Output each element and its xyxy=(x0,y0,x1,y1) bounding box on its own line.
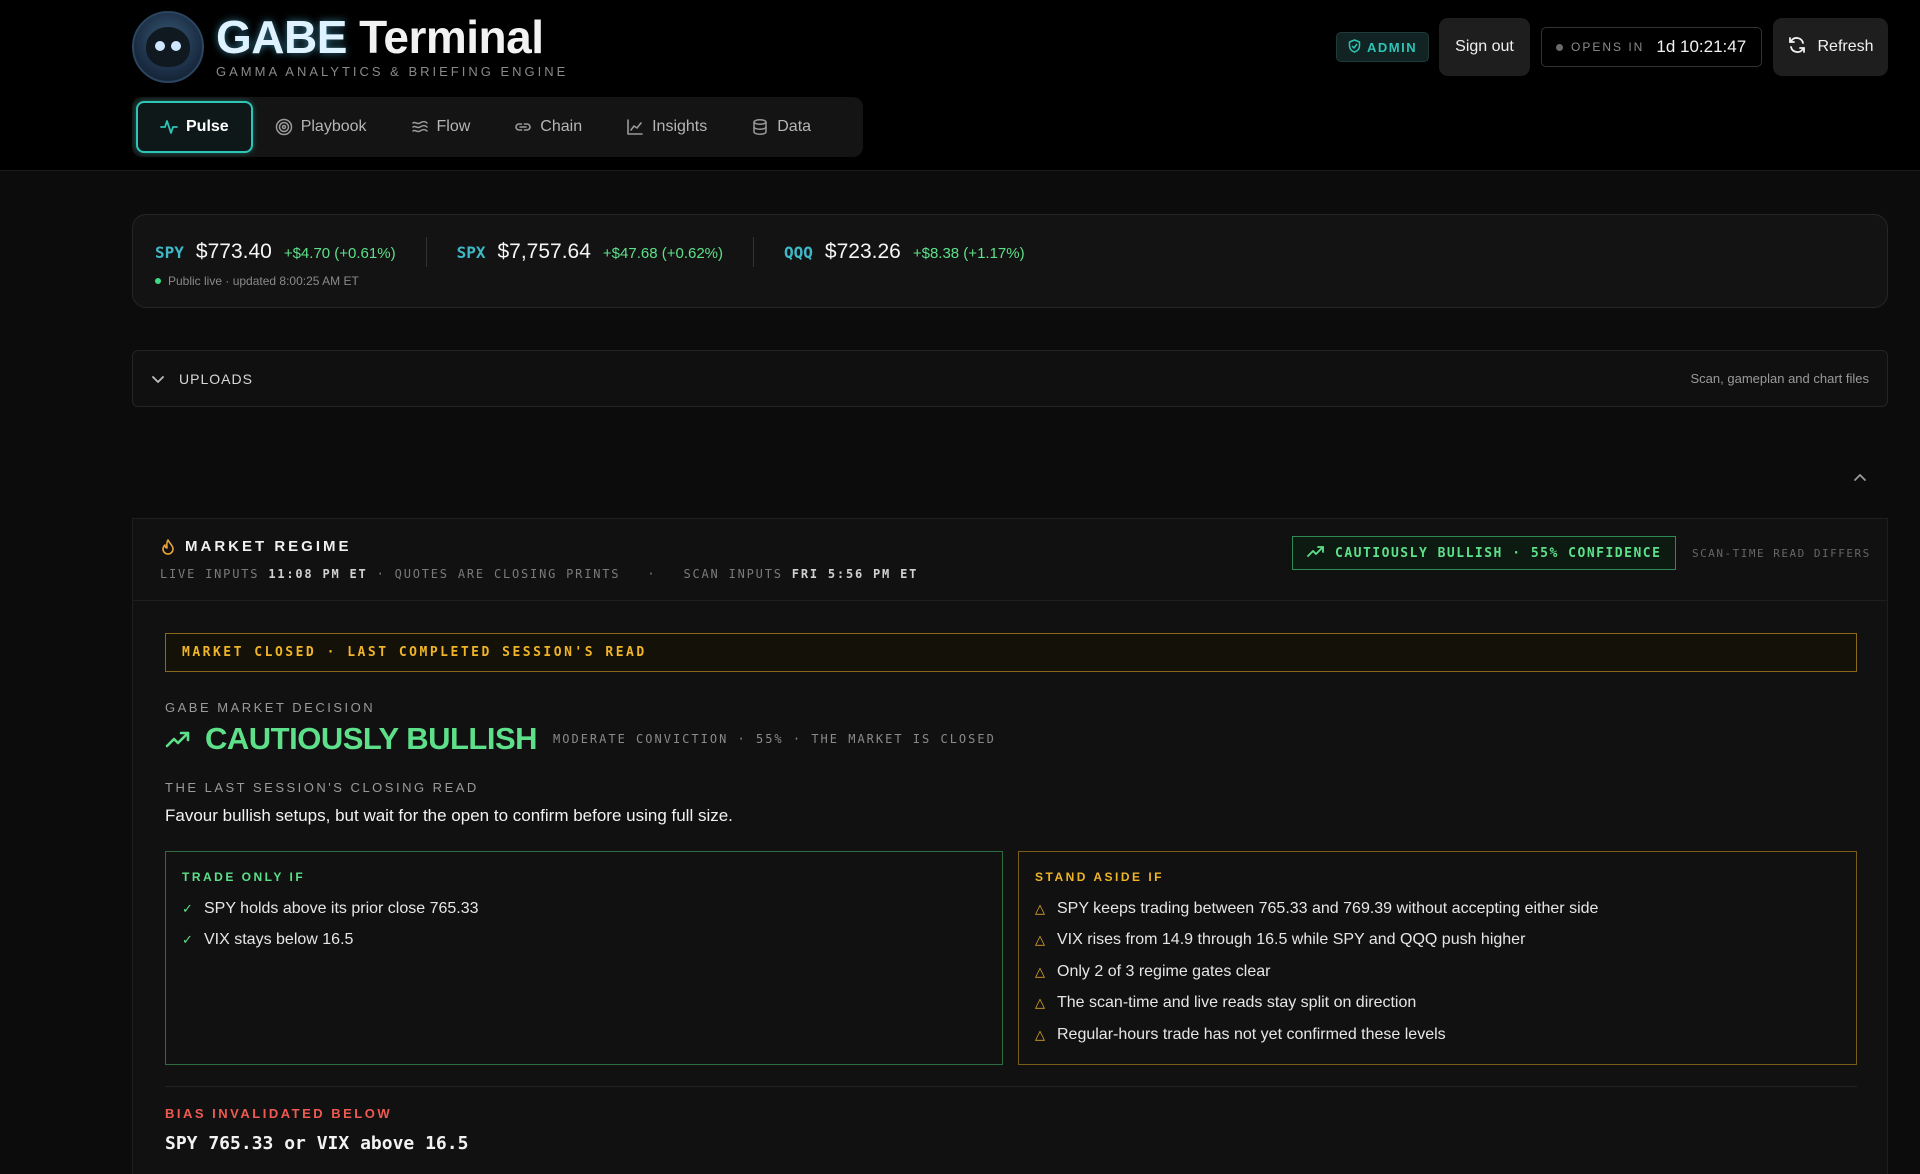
robot-mascot-icon xyxy=(146,27,190,67)
trade-only-if-box: TRADE ONLY IF ✓ SPY holds above its prior… xyxy=(165,851,1003,1065)
stand-aside-if-box: STAND ASIDE IF △ SPY keeps trading betwee… xyxy=(1018,851,1857,1065)
quote-divider xyxy=(753,237,755,267)
list-item: △ SPY keeps trading between 765.33 and 76… xyxy=(1035,899,1599,917)
regime-title: MARKET REGIME xyxy=(161,538,352,555)
section-divider xyxy=(165,1086,1857,1087)
warning-triangle-icon: △ xyxy=(1035,900,1045,916)
market-open-countdown: OPENS IN 1d 10:21:47 xyxy=(1541,27,1762,67)
uploads-title: UPLOADS xyxy=(179,370,253,387)
link-icon xyxy=(514,118,532,136)
tab-label: Playbook xyxy=(300,118,367,135)
stand-aside-conditions-list: △ SPY keeps trading between 765.33 and 76… xyxy=(1035,893,1840,1051)
admin-badge: ADMIN xyxy=(1336,32,1430,62)
uploads-hint: Scan, gameplan and chart files xyxy=(1690,371,1870,386)
quote-symbol: SPY xyxy=(155,243,184,262)
tab-insights[interactable]: Insights xyxy=(604,101,729,153)
waves-icon xyxy=(411,118,429,136)
list-item: ✓ VIX stays below 16.5 xyxy=(182,931,354,949)
decision-row: CAUTIOUSLY BULLISH MODERATE CONVICTION ·… xyxy=(165,721,996,757)
quote-strip: SPY $773.40 +$4.70 (+0.61%) SPX $7,757.6… xyxy=(132,214,1888,308)
tab-playbook[interactable]: Playbook xyxy=(253,101,389,153)
quote-price: $7,757.64 xyxy=(497,240,591,263)
status-dot-icon xyxy=(1556,43,1563,51)
chevron-down-icon xyxy=(151,372,165,386)
sign-out-button[interactable]: Sign out xyxy=(1439,18,1530,76)
tab-flow[interactable]: Flow xyxy=(389,101,493,153)
quote-qqq: QQQ $723.26 +$8.38 (+1.17%) xyxy=(784,240,1025,264)
decision-label: GABE MARKET DECISION xyxy=(165,700,376,715)
main-nav: Pulse Playbook Flow Chain Insights Data xyxy=(132,97,863,157)
quote-divider xyxy=(425,237,427,267)
quote-change: +$4.70 (+0.61%) xyxy=(283,245,396,262)
refresh-icon xyxy=(1787,35,1807,60)
line-chart-icon xyxy=(626,118,644,136)
quote-change: +$8.38 (+1.17%) xyxy=(912,245,1025,262)
countdown-time: 1d 10:21:47 xyxy=(1656,37,1747,56)
quote-price: $773.40 xyxy=(195,240,272,263)
trade-only-if-title: TRADE ONLY IF xyxy=(182,870,306,884)
list-item: ✓ SPY holds above its prior close 765.33 xyxy=(182,899,479,917)
target-icon xyxy=(275,118,293,136)
tab-data[interactable]: Data xyxy=(729,101,833,153)
refresh-button[interactable]: Refresh xyxy=(1773,18,1888,76)
database-icon xyxy=(751,118,769,136)
decision-value: CAUTIOUSLY BULLISH xyxy=(205,721,538,756)
uploads-panel-toggle[interactable]: UPLOADS Scan, gameplan and chart files xyxy=(132,350,1888,407)
tab-label: Pulse xyxy=(186,118,229,135)
tab-label: Insights xyxy=(652,118,708,135)
regime-confidence-badge: CAUTIOUSLY BULLISH · 55% CONFIDENCE xyxy=(1292,536,1677,570)
market-regime-panel: MARKET REGIME LIVE INPUTS 11:08 PM ET · … xyxy=(132,518,1888,1174)
check-icon: ✓ xyxy=(182,932,193,948)
closing-read-text: Favour bullish setups, but wait for the … xyxy=(165,806,733,825)
list-item: △ Only 2 of 3 regime gates clear xyxy=(1035,962,1271,980)
quote-row: SPY $773.40 +$4.70 (+0.61%) SPX $7,757.6… xyxy=(155,235,1025,269)
tab-label: Data xyxy=(777,118,812,135)
quote-spy: SPY $773.40 +$4.70 (+0.61%) xyxy=(155,240,396,264)
trending-up-icon xyxy=(165,730,191,748)
brand-title: GABE Terminal xyxy=(216,11,544,63)
warning-triangle-icon: △ xyxy=(1035,995,1045,1011)
closing-read-label: THE LAST SESSION'S CLOSING READ xyxy=(165,780,479,795)
trending-up-icon xyxy=(1307,545,1325,561)
check-icon: ✓ xyxy=(182,900,193,916)
tab-label: Flow xyxy=(436,118,471,135)
chevron-up-icon[interactable] xyxy=(1852,469,1868,490)
warning-triangle-icon: △ xyxy=(1035,963,1045,979)
list-item: △ VIX rises from 14.9 through 16.5 while … xyxy=(1035,931,1526,949)
stand-aside-if-title: STAND ASIDE IF xyxy=(1035,870,1165,884)
quote-change: +$47.68 (+0.62%) xyxy=(602,245,724,262)
warning-triangle-icon: △ xyxy=(1035,1026,1045,1042)
regime-inputs-line: LIVE INPUTS 11:08 PM ET · QUOTES ARE CLO… xyxy=(160,567,919,581)
shield-check-icon xyxy=(1348,38,1361,56)
tab-pulse[interactable]: Pulse xyxy=(136,101,253,153)
trade-conditions-list: ✓ SPY holds above its prior close 765.33 … xyxy=(182,893,986,956)
app-header: GABE Terminal GAMMA ANALYTICS & BRIEFING… xyxy=(0,0,1920,171)
flame-icon xyxy=(161,538,175,555)
brand-subtitle: GAMMA ANALYTICS & BRIEFING ENGINE xyxy=(216,64,569,79)
market-closed-banner: MARKET CLOSED · LAST COMPLETED SESSION'S… xyxy=(165,633,1857,672)
list-item: △ Regular-hours trade has not yet confirm… xyxy=(1035,1025,1446,1043)
tab-label: Chain xyxy=(540,118,583,135)
bias-invalidated-label: BIAS INVALIDATED BELOW xyxy=(165,1106,393,1121)
tab-chain[interactable]: Chain xyxy=(492,101,604,153)
bias-invalidated-value: SPY 765.33 or VIX above 16.5 xyxy=(165,1133,469,1154)
scan-read-differs-note: SCAN-TIME READ DIFFERS xyxy=(1692,547,1871,560)
decision-meta: MODERATE CONVICTION · 55% · THE MARKET I… xyxy=(553,732,996,746)
regime-header: MARKET REGIME LIVE INPUTS 11:08 PM ET · … xyxy=(133,519,1887,601)
live-dot-icon xyxy=(155,278,161,284)
live-status: Public live · updated 8:00:25 AM ET xyxy=(155,274,359,288)
quote-symbol: QQQ xyxy=(784,243,813,262)
logo-avatar xyxy=(132,11,204,83)
list-item: △ The scan-time and live reads stay split… xyxy=(1035,994,1417,1012)
quote-symbol: SPX xyxy=(456,243,486,262)
quote-price: $723.26 xyxy=(824,240,901,263)
pulse-icon xyxy=(160,118,178,136)
warning-triangle-icon: △ xyxy=(1035,932,1045,948)
quote-spx: SPX $7,757.64 +$47.68 (+0.62%) xyxy=(457,240,723,264)
